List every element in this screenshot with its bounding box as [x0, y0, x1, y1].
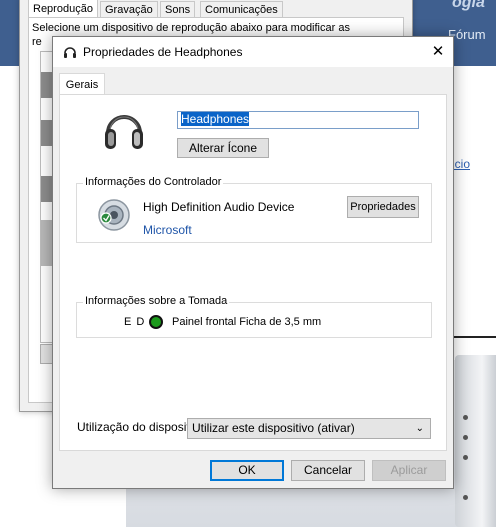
close-icon: ✕	[431, 43, 445, 60]
apply-button[interactable]: Aplicar	[372, 460, 446, 481]
close-button[interactable]: ✕	[423, 37, 453, 67]
jack-channels: E D	[124, 316, 146, 328]
device-name-field[interactable]: Headphones	[177, 111, 419, 129]
usage-selected-value: Utilizar este dispositivo (ativar)	[192, 421, 355, 435]
controller-info-group: Informações do Controlador High Definiti…	[76, 176, 432, 243]
title-bar: Propriedades de Headphones ✕	[53, 37, 453, 67]
pc-case-image	[455, 355, 496, 527]
cancel-button[interactable]: Cancelar	[291, 460, 365, 481]
tab-reproducao[interactable]: Reprodução	[28, 0, 98, 18]
usage-dropdown[interactable]: Utilizar este dispositivo (ativar) ⌄	[187, 418, 431, 439]
website-brand: ogia	[452, 0, 485, 11]
chevron-down-icon: ⌄	[415, 423, 424, 434]
jack-info-group: Informações sobre a Tomada E D Painel fr…	[76, 295, 432, 338]
tab-sons[interactable]: Sons	[160, 1, 196, 18]
general-tab-panel: Headphones Alterar Ícone Informações do …	[59, 94, 447, 451]
dialog-title: Propriedades de Headphones	[83, 45, 243, 59]
change-icon-button[interactable]: Alterar Ícone	[177, 138, 269, 158]
properties-button[interactable]: Propriedades	[347, 196, 419, 218]
headphones-device-icon	[102, 107, 146, 156]
jack-color-indicator	[149, 315, 163, 329]
controller-vendor: Microsoft	[143, 223, 192, 237]
headphones-icon	[63, 45, 77, 62]
headphones-properties-dialog: Propriedades de Headphones ✕ Gerais Head…	[52, 36, 454, 489]
tab-gerais[interactable]: Gerais	[59, 73, 105, 96]
jack-group-title: Informações sobre a Tomada	[83, 295, 230, 307]
controller-group-title: Informações do Controlador	[83, 176, 224, 188]
device-name-value: Headphones	[181, 112, 250, 126]
ok-button[interactable]: OK	[210, 460, 284, 481]
controller-name: High Definition Audio Device	[143, 200, 295, 214]
jack-label: Painel frontal Ficha de 3,5 mm	[172, 316, 322, 328]
tab-gravacao[interactable]: Gravação	[100, 1, 158, 18]
speaker-icon	[97, 198, 131, 235]
tab-comunicacoes[interactable]: Comunicações	[200, 1, 283, 18]
